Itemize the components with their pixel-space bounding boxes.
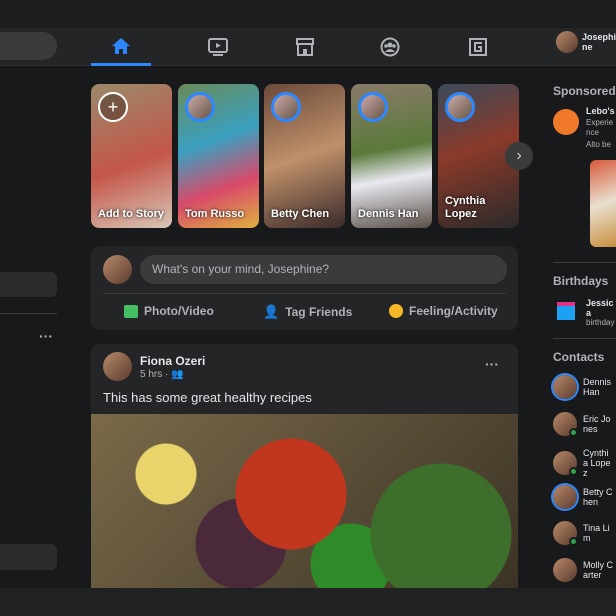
profile-button[interactable]: Josephine <box>556 31 616 53</box>
contact-name: Tina Lim <box>583 523 610 543</box>
contact-avatar <box>553 375 577 399</box>
contact-name: Dennis Han <box>583 377 612 397</box>
label: Feeling/Activity <box>409 304 498 318</box>
plus-icon: + <box>98 92 128 122</box>
contact-name: Eric Jones <box>583 413 611 434</box>
contact-avatar <box>553 484 577 509</box>
contact-name: Molly Carter <box>583 559 614 580</box>
contact-item[interactable]: Betty Chen <box>553 484 616 509</box>
nav-tab-gaming[interactable] <box>448 28 508 66</box>
story-card[interactable]: Betty Chen <box>264 84 345 228</box>
nav-tab-marketplace[interactable] <box>275 28 335 66</box>
gift-icon <box>557 302 575 320</box>
tag-friends-icon: 👤 <box>263 304 280 319</box>
contact-avatar <box>553 557 577 582</box>
contact-item[interactable]: Tina Lim <box>553 521 616 546</box>
post-photo[interactable] <box>91 414 518 588</box>
divider <box>553 262 616 263</box>
photo-icon <box>124 304 138 318</box>
story-card[interactable]: Dennis Han <box>351 84 432 228</box>
ad-image[interactable] <box>590 160 616 247</box>
chevron-right-icon[interactable]: › <box>505 142 533 170</box>
post-meta: 5 hrs · 👥 <box>140 369 184 380</box>
bottom-bar <box>0 588 616 616</box>
story-add[interactable]: + Add to Story <box>91 84 172 228</box>
label: Photo/Video <box>144 304 214 318</box>
top-bar <box>0 0 616 28</box>
more-options-icon[interactable]: ··· <box>485 356 499 372</box>
ad-text: Experience <box>586 118 614 137</box>
contact-item[interactable]: Cynthia Lopez <box>553 448 616 478</box>
story-name: Betty Chen <box>271 208 330 220</box>
sidebar-item[interactable] <box>0 544 57 570</box>
sponsored-heading: Sponsored <box>553 84 616 98</box>
post-composer: What's on your mind, Josephine? Photo/Vi… <box>91 246 518 330</box>
post-card: Fiona Ozeri 5 hrs · 👥 ··· This has some g… <box>91 344 518 588</box>
ad-text: Alto be <box>586 140 611 149</box>
contact-avatar <box>553 411 578 437</box>
label: Tag Friends <box>285 305 353 319</box>
story-card[interactable]: Tom Russo <box>178 84 259 228</box>
friends-icon: 👥 <box>171 369 184 380</box>
story-name: Dennis Han <box>358 208 419 220</box>
story-avatar <box>445 92 475 122</box>
nav-tab-home[interactable] <box>91 28 151 66</box>
divider <box>553 338 616 339</box>
ad-logo-icon[interactable] <box>553 109 579 135</box>
watch-icon <box>208 38 228 56</box>
contact-item[interactable]: Dennis Han <box>553 375 616 399</box>
photo-video-button[interactable]: Photo/Video <box>124 304 214 318</box>
post-time[interactable]: 5 hrs · <box>140 369 168 380</box>
status-input[interactable]: What's on your mind, Josephine? <box>140 255 507 284</box>
tag-friends-button[interactable]: 👤 Tag Friends <box>263 304 352 320</box>
groups-icon <box>380 37 400 57</box>
feeling-activity-button[interactable]: Feeling/Activity <box>389 304 498 318</box>
divider <box>103 293 506 294</box>
nav-tab-watch[interactable] <box>188 28 248 66</box>
more-options-icon[interactable]: ··· <box>39 328 53 344</box>
contact-name: Betty Chen <box>583 486 613 507</box>
post-text: This has some great healthy recipes <box>103 390 312 405</box>
contact-item[interactable]: Molly Carter <box>553 557 616 582</box>
marketplace-icon <box>296 38 314 56</box>
story-name: Cynthia Lopez <box>445 195 486 220</box>
online-indicator <box>569 467 578 476</box>
online-indicator <box>569 537 578 546</box>
author-avatar[interactable] <box>103 352 132 381</box>
divider <box>0 313 57 314</box>
birthdays-heading: Birthdays <box>553 274 609 288</box>
contact-name: Cynthia Lopez <box>583 448 611 478</box>
story-name: Add to Story <box>98 208 164 220</box>
online-indicator <box>569 427 578 437</box>
story-avatar <box>271 92 301 122</box>
sidebar-item[interactable] <box>0 272 57 297</box>
contact-item[interactable]: Eric Jones <box>553 411 616 437</box>
birthday-name[interactable]: Jessica <box>586 298 616 318</box>
story-avatar <box>185 92 215 122</box>
search-input[interactable] <box>0 32 57 60</box>
ad-title[interactable]: Lebo's <box>586 106 616 116</box>
nav-tab-groups[interactable] <box>360 28 420 66</box>
contact-avatar <box>553 451 578 476</box>
story-name: Tom Russo <box>185 208 245 220</box>
story-avatar <box>358 92 388 122</box>
home-icon <box>112 37 130 54</box>
contact-avatar <box>553 521 578 546</box>
user-name: Josephine <box>582 32 616 52</box>
smiley-icon <box>389 304 403 318</box>
birthday-text: birthday <box>586 318 615 327</box>
contacts-heading: Contacts <box>553 350 605 364</box>
gaming-icon <box>469 38 487 56</box>
avatar <box>556 31 578 53</box>
post-author[interactable]: Fiona Ozeri <box>140 354 205 368</box>
avatar <box>103 255 132 284</box>
